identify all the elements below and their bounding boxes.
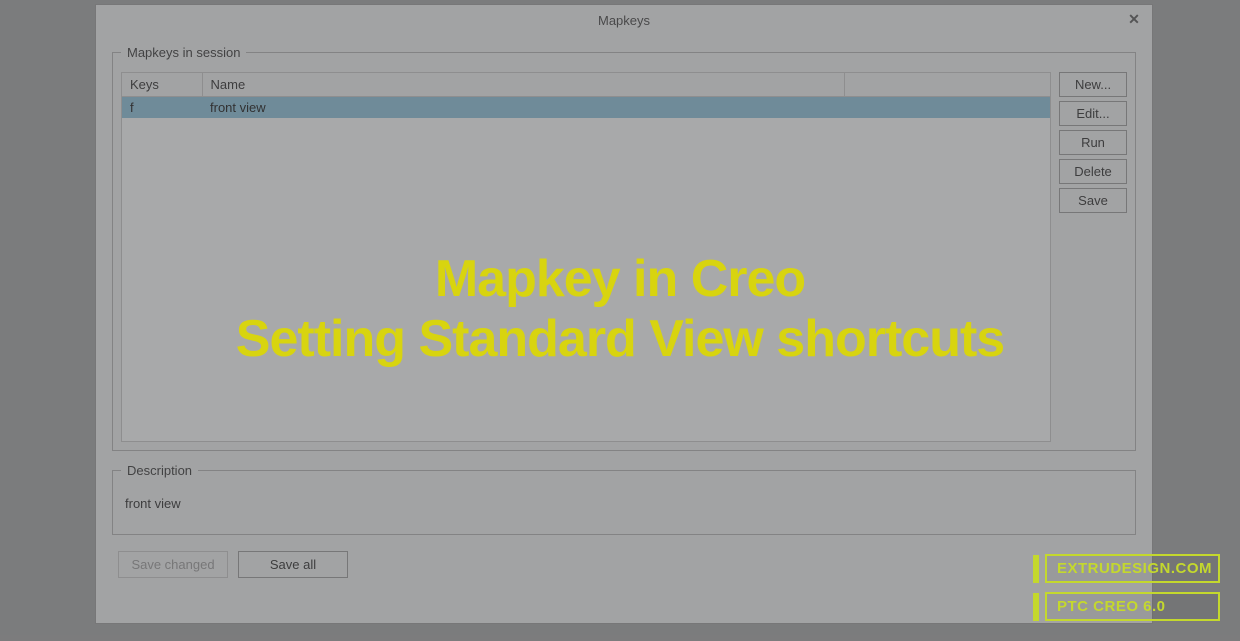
dialog-title: Mapkeys <box>598 13 650 28</box>
save-all-button[interactable]: Save all <box>238 551 348 578</box>
column-header-spacer <box>845 73 1050 97</box>
cell-key: f <box>122 97 202 119</box>
run-button[interactable]: Run <box>1059 130 1127 155</box>
column-header-keys[interactable]: Keys <box>122 73 202 97</box>
save-changed-button: Save changed <box>118 551 228 578</box>
mapkeys-table-wrapper[interactable]: Keys Name f front view <box>121 72 1051 442</box>
delete-button[interactable]: Delete <box>1059 159 1127 184</box>
watermark-product: PTC CREO 6.0 <box>1045 592 1220 621</box>
bottom-button-row: Save changed Save all <box>112 547 1136 578</box>
save-button[interactable]: Save <box>1059 188 1127 213</box>
mapkeys-session-group: Mapkeys in session Keys Name <box>112 45 1136 451</box>
watermark-site: EXTRUDESIGN.COM <box>1045 554 1220 583</box>
dialog-body: Mapkeys in session Keys Name <box>96 35 1152 588</box>
session-buttons: New... Edit... Run Delete Save <box>1059 72 1127 442</box>
table-row[interactable]: f front view <box>122 97 1050 119</box>
dialog-titlebar[interactable]: Mapkeys ✕ <box>96 5 1152 35</box>
description-group: Description front view <box>112 463 1136 535</box>
cell-name: front view <box>202 97 1050 119</box>
mapkeys-table: Keys Name f front view <box>122 73 1050 118</box>
description-legend: Description <box>121 463 198 478</box>
edit-button[interactable]: Edit... <box>1059 101 1127 126</box>
session-legend: Mapkeys in session <box>121 45 246 60</box>
column-header-name[interactable]: Name <box>202 73 845 97</box>
new-button[interactable]: New... <box>1059 72 1127 97</box>
watermark-bar-1 <box>1033 555 1039 583</box>
mapkeys-dialog: Mapkeys ✕ Mapkeys in session Keys Name <box>95 4 1153 624</box>
description-text: front view <box>121 490 1127 517</box>
watermark-bar-2 <box>1033 593 1039 621</box>
close-icon[interactable]: ✕ <box>1124 9 1144 29</box>
